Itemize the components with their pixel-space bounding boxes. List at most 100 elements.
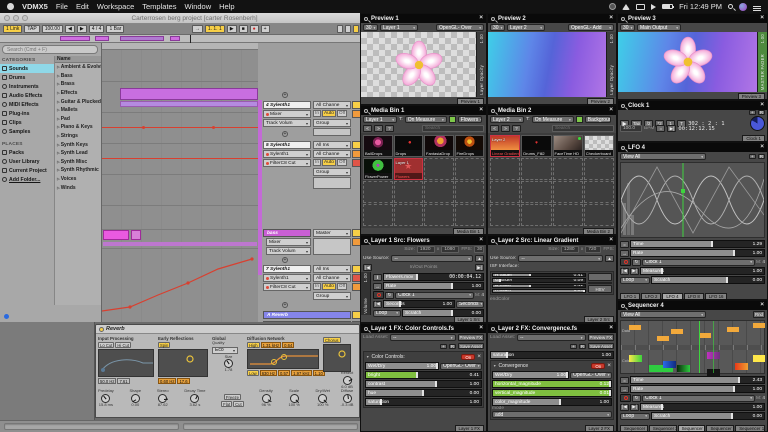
track-title-5-sylenth1[interactable]: 5 Sylenth1: [263, 141, 311, 149]
panel-titlebar[interactable]: Layer 1 Src: Flowers×: [361, 236, 486, 245]
overdub-button[interactable]: +: [261, 25, 270, 33]
empty-media-slot[interactable]: [394, 181, 424, 203]
automation-line[interactable]: [102, 158, 258, 159]
empty-media-slot[interactable]: [490, 204, 520, 226]
fps-menu[interactable]: 30: [363, 24, 378, 31]
fx-section-header[interactable]: ▼Color Controls: On×: [365, 353, 482, 361]
tab-sequencer-8[interactable]: Sequencer 8: [706, 425, 734, 431]
media-cell-facetime-hd[interactable]: FaceTime HD: [553, 135, 583, 157]
mode-menu[interactable]: add: [492, 411, 612, 418]
tab-layer-1-fx[interactable]: Layer 1 FX: [455, 425, 484, 431]
apple-menu-icon[interactable]: [7, 3, 14, 10]
media-cell-firedrops[interactable]: FireDrops: [455, 135, 485, 157]
empty-media-slot[interactable]: [424, 158, 454, 180]
empty-media-slot[interactable]: [455, 158, 485, 180]
tab-sequencer-1[interactable]: Sequencer 1: [620, 425, 648, 431]
a-slider[interactable]: A Slider1.00: [492, 289, 586, 293]
time-signature-field[interactable]: 4 / 4: [89, 25, 105, 33]
spin-amount-field[interactable]: 17.6: [177, 378, 189, 384]
add-track-button[interactable]: [282, 302, 288, 308]
param-chooser[interactable]: Track Volum: [266, 247, 311, 255]
panel-titlebar[interactable]: Layer 2 Src: Linear Gradient×: [488, 236, 616, 245]
pause-button[interactable]: ‖: [373, 274, 382, 281]
close-icon[interactable]: ×: [479, 325, 483, 332]
time-slider[interactable]: Time1.29: [630, 240, 765, 248]
g-slider[interactable]: G Slider0.09: [492, 278, 586, 282]
panel-titlebar[interactable]: Media Bin 2×: [488, 106, 616, 115]
list-item[interactable]: Brass: [55, 80, 101, 89]
beat-time-ruler[interactable]: [102, 43, 258, 50]
fx-blend-menu[interactable]: OpenGL- Over: [570, 372, 612, 379]
view-menu[interactable]: View All: [620, 311, 706, 318]
panel-titlebar[interactable]: Preview 3×: [618, 14, 767, 23]
bin-color-swatch[interactable]: [576, 116, 583, 123]
high-gain-field[interactable]: 0.64: [282, 342, 294, 348]
media-cell-drums-fill2[interactable]: Drums_Fill2: [521, 135, 551, 157]
sampler-button[interactable]: [588, 273, 612, 281]
fps-menu[interactable]: 30: [620, 24, 635, 31]
time-slider[interactable]: Time2.43: [630, 376, 765, 384]
sidebar-item-clips[interactable]: Clips: [0, 118, 54, 127]
wet-dry-slider[interactable]: Wet/Dry1.00: [492, 371, 569, 379]
automation-line[interactable]: [102, 127, 258, 128]
monitor-switch[interactable]: InAutoOff: [313, 283, 347, 290]
b-slider[interactable]: B Slider0.41: [492, 284, 586, 288]
shape-knob[interactable]: [131, 394, 140, 403]
close-icon[interactable]: ×: [760, 302, 764, 309]
list-item[interactable]: Mallets: [55, 106, 101, 115]
zoom-window-button[interactable]: [22, 15, 28, 21]
empty-media-slot[interactable]: [553, 181, 583, 203]
arrangement-clip[interactable]: [131, 230, 141, 240]
notification-center-icon[interactable]: [753, 6, 761, 7]
eject-button[interactable]: ▲: [605, 255, 614, 262]
arrangement-clip[interactable]: [120, 101, 258, 107]
next-page-button[interactable]: >: [374, 125, 383, 132]
close-window-button[interactable]: [4, 15, 10, 21]
empty-media-slot[interactable]: [521, 158, 551, 180]
input-filter-graph[interactable]: [98, 349, 154, 377]
fps-field[interactable]: 30: [474, 246, 484, 253]
jump-button[interactable]: ▶|: [667, 125, 676, 132]
midi-from-chooser[interactable]: All Ins: [313, 265, 351, 273]
scratch-slider[interactable]: Scratch0.00: [402, 309, 484, 317]
device-chooser[interactable]: Mixer: [266, 238, 311, 246]
save-asset-button[interactable]: Save Asset: [588, 343, 614, 349]
tempo-field[interactable]: 100.00: [42, 25, 63, 33]
rate-slider[interactable]: Rate1.00: [383, 282, 484, 290]
random-button[interactable]: Rnd: [753, 311, 765, 318]
stop-button[interactable]: ■: [239, 25, 248, 33]
skip-back-button[interactable]: |◀: [373, 301, 382, 308]
tab-sequencer-16[interactable]: Sequencer 16: [735, 425, 765, 431]
empty-media-slot[interactable]: [363, 181, 393, 203]
close-icon[interactable]: ×: [760, 102, 764, 109]
play-button[interactable]: ▶: [227, 25, 237, 33]
skip-fwd-button[interactable]: ▶|: [630, 404, 639, 411]
panel-titlebar[interactable]: Preview 2×: [488, 14, 616, 23]
predelay-knob[interactable]: [101, 394, 110, 403]
power-button[interactable]: [620, 394, 631, 402]
track-title-4-sylenth1[interactable]: 4 Sylenth1: [263, 101, 311, 109]
display-icon[interactable]: [636, 4, 645, 10]
return-track-a-reverb[interactable]: A Reverb: [263, 311, 351, 319]
status-app-icon[interactable]: [609, 3, 616, 10]
media-cell-flowerpower[interactable]: FlowerPower: [363, 158, 393, 180]
output-chooser[interactable]: Group: [313, 168, 351, 176]
reverb-device-header[interactable]: Reverb: [96, 325, 359, 334]
remove-fx-icon[interactable]: ×: [477, 354, 481, 361]
reflect-knob[interactable]: [343, 376, 352, 385]
fx-on-button[interactable]: On: [591, 363, 605, 369]
saturation-slider[interactable]: saturation1.00: [490, 351, 614, 359]
nudge-up-button[interactable]: ▶: [77, 25, 87, 33]
list-item[interactable]: Synth Lead: [55, 149, 101, 158]
width-field[interactable]: 1280: [561, 246, 579, 253]
close-icon[interactable]: ×: [479, 15, 483, 22]
minimize-window-button[interactable]: [13, 15, 19, 21]
media-cell-flowers-selected[interactable]: Layer 1★Flowers: [394, 158, 424, 180]
device-chooser[interactable]: Sylenth1: [263, 150, 311, 158]
empty-media-slot[interactable]: [424, 181, 454, 203]
height-field[interactable]: 720: [585, 246, 601, 253]
sidebar-item-plugins[interactable]: Plug-ins: [0, 109, 54, 118]
hue-slider[interactable]: hue0.00: [365, 389, 482, 397]
menu-workspace[interactable]: Workspace: [97, 2, 134, 11]
arrangement-overview[interactable]: [0, 35, 362, 43]
